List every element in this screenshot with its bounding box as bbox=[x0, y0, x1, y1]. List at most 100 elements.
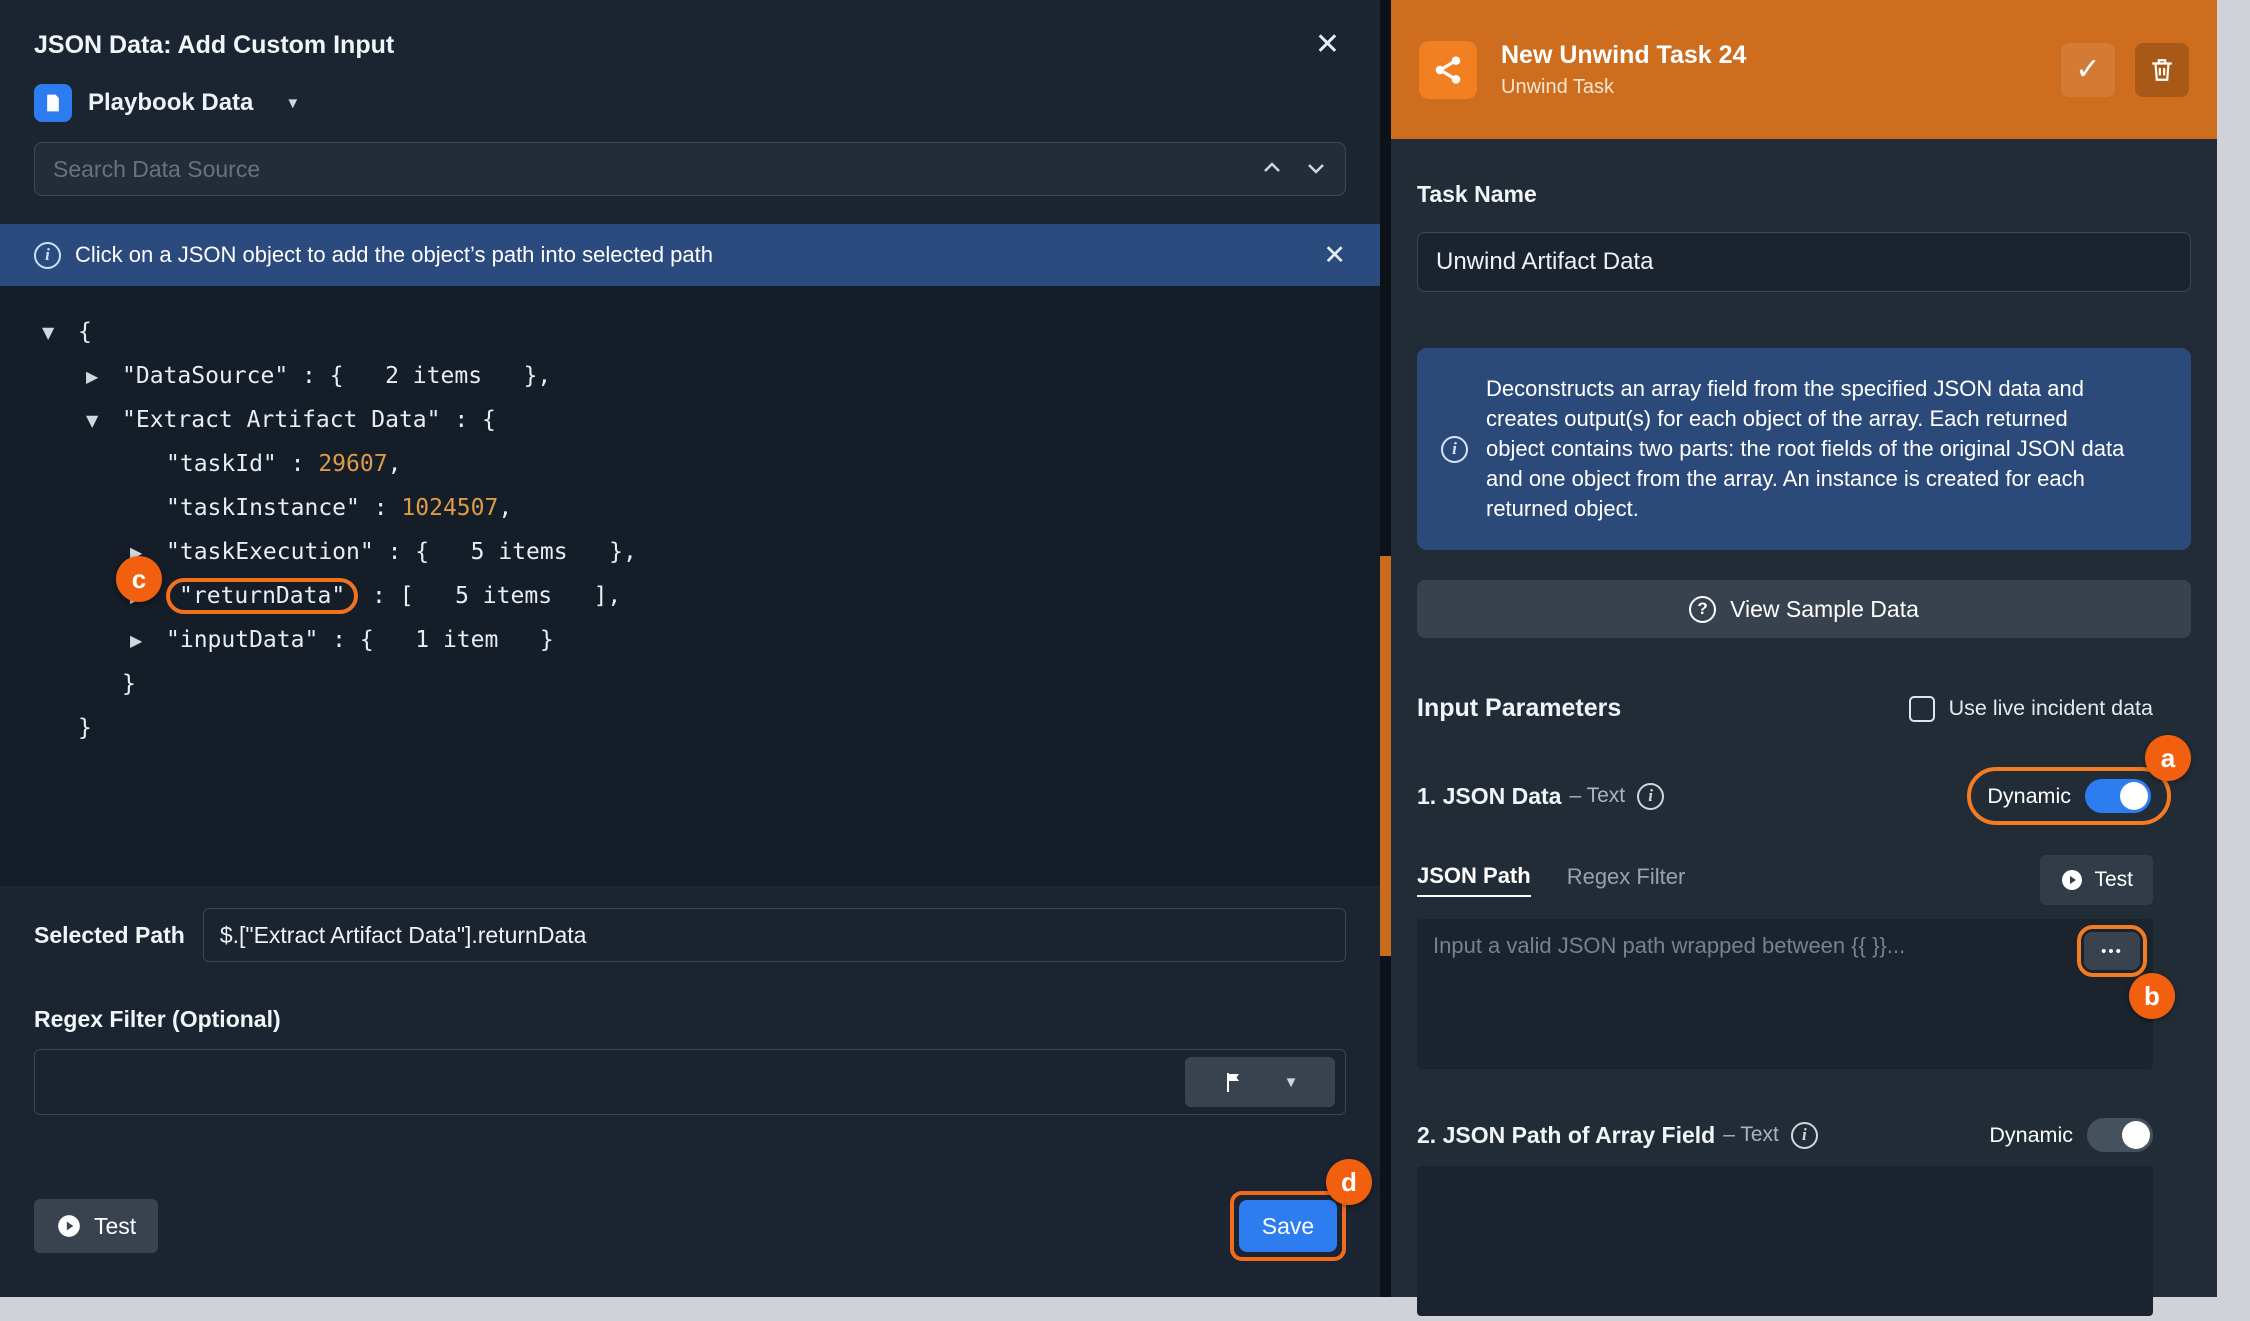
search-wrap bbox=[34, 142, 1346, 196]
param2-row: 2. JSON Path of Array Field – Text i Dyn… bbox=[1417, 1118, 2153, 1152]
json-value: { 2 items }, bbox=[330, 363, 552, 389]
json-key[interactable]: "taskId" bbox=[166, 451, 277, 477]
confirm-button[interactable]: ✓ bbox=[2061, 43, 2115, 97]
highlight-ring-b: ••• b bbox=[2077, 925, 2147, 977]
expand-toggle-icon[interactable]: ▶ bbox=[86, 367, 122, 386]
param1-type: – Text bbox=[1569, 784, 1625, 808]
tab-json-path[interactable]: JSON Path bbox=[1417, 863, 1531, 897]
json-tree-line: ▶"inputData" : { 1 item } bbox=[0, 618, 1380, 662]
param1-test-label: Test bbox=[2094, 868, 2133, 892]
use-live-incident-label: Use live incident data bbox=[1949, 696, 2153, 721]
test-button[interactable]: Test bbox=[34, 1199, 158, 1253]
task-panel-body: Task Name i Deconstructs an array field … bbox=[1391, 181, 2217, 1321]
delete-task-button[interactable] bbox=[2135, 43, 2189, 97]
json-data-modal: JSON Data: Add Custom Input ✕ Playbook D… bbox=[0, 0, 1380, 1297]
annotation-a-badge: a bbox=[2145, 735, 2191, 781]
regex-filter-label: Regex Filter (Optional) bbox=[0, 1006, 1380, 1033]
json-tree-line: "taskId" : 29607, bbox=[0, 442, 1380, 486]
regex-flags-button[interactable]: ▼ bbox=[1185, 1057, 1335, 1107]
json-key[interactable]: "taskExecution" bbox=[166, 539, 374, 565]
json-comma: , bbox=[388, 451, 402, 477]
question-icon: ? bbox=[1689, 596, 1716, 623]
input-parameters-title: Input Parameters bbox=[1417, 694, 1621, 723]
json-key[interactable]: "taskInstance" bbox=[166, 495, 360, 521]
info-banner: i Click on a JSON object to add the obje… bbox=[0, 224, 1380, 286]
task-name-label: Task Name bbox=[1417, 181, 2191, 208]
param1-row: 1. JSON Data – Text i Dynamic a bbox=[1417, 767, 2153, 825]
test-button-label: Test bbox=[94, 1213, 136, 1240]
task-name-input[interactable] bbox=[1417, 232, 2191, 292]
save-button[interactable]: Save bbox=[1239, 1200, 1337, 1252]
data-source-selector[interactable]: Playbook Data ▼ bbox=[0, 80, 1380, 122]
highlight-ring-d: Save d bbox=[1230, 1191, 1346, 1261]
json-separator: : bbox=[277, 451, 319, 477]
chevron-down-icon[interactable]: ▼ bbox=[285, 95, 300, 112]
json-separator: : bbox=[318, 627, 360, 653]
modal-close-icon[interactable]: ✕ bbox=[1315, 30, 1340, 60]
chevron-up-icon[interactable] bbox=[1260, 156, 1284, 180]
task-titles: New Unwind Task 24 Unwind Task bbox=[1501, 41, 1746, 99]
json-key[interactable]: "returnData" bbox=[179, 583, 345, 609]
param2-type: – Text bbox=[1723, 1123, 1779, 1147]
unwind-task-icon bbox=[1419, 41, 1477, 99]
view-sample-data-button[interactable]: ? View Sample Data bbox=[1417, 580, 2191, 638]
task-description-box: i Deconstructs an array field from the s… bbox=[1417, 348, 2191, 550]
highlight-ring-a: Dynamic a bbox=[1967, 767, 2171, 825]
playbook-data-icon bbox=[34, 84, 72, 122]
json-brace: { bbox=[78, 319, 92, 345]
json-separator: : bbox=[358, 583, 400, 609]
json-brace: } bbox=[122, 671, 136, 697]
modal-footer: Test Save d bbox=[0, 1191, 1380, 1261]
collapse-toggle-icon[interactable]: ▼ bbox=[86, 411, 122, 430]
selected-path-input[interactable] bbox=[203, 908, 1346, 962]
play-icon bbox=[56, 1213, 82, 1239]
json-value: { bbox=[482, 407, 496, 433]
panel-gap-canvas-sliver bbox=[1380, 556, 1391, 956]
json-value: [ 5 items ], bbox=[400, 583, 622, 609]
selected-path-label: Selected Path bbox=[34, 922, 185, 949]
json-key[interactable]: "Extract Artifact Data" bbox=[122, 407, 441, 433]
task-config-panel: New Unwind Task 24 Unwind Task ✓ Task Na… bbox=[1391, 0, 2217, 1297]
trash-icon bbox=[2149, 57, 2175, 83]
param2-label: 2. JSON Path of Array Field bbox=[1417, 1122, 1715, 1149]
json-separator: : bbox=[374, 539, 416, 565]
param2-dynamic-toggle[interactable] bbox=[2087, 1118, 2153, 1152]
expand-toggle-icon[interactable]: ▶ bbox=[130, 631, 166, 650]
json-key[interactable]: "inputData" bbox=[166, 627, 318, 653]
ellipsis-button[interactable]: ••• bbox=[2084, 932, 2140, 970]
task-description-text: Deconstructs an array field from the spe… bbox=[1486, 374, 2126, 524]
task-title: New Unwind Task 24 bbox=[1501, 41, 1746, 70]
tab-regex-filter[interactable]: Regex Filter bbox=[1567, 864, 1686, 896]
param1-json-path-textarea[interactable] bbox=[1417, 919, 2153, 1069]
regex-filter-input[interactable] bbox=[35, 1050, 1345, 1114]
input-parameters-section: Input Parameters Use live incident data … bbox=[1417, 694, 2153, 1321]
input-parameters-header: Input Parameters Use live incident data bbox=[1417, 694, 2153, 723]
search-input[interactable] bbox=[34, 142, 1346, 196]
annotation-c-badge: c bbox=[116, 556, 162, 602]
check-icon: ✓ bbox=[2075, 52, 2100, 87]
json-tree: ▼{▶"DataSource" : { 2 items },▼"Extract … bbox=[0, 286, 1380, 886]
json-number-value: 1024507 bbox=[401, 495, 498, 521]
json-brace: } bbox=[78, 715, 92, 741]
json-separator: : bbox=[360, 495, 402, 521]
info-icon: i bbox=[1441, 436, 1468, 463]
param1-label: 1. JSON Data bbox=[1417, 783, 1561, 810]
toggle-knob bbox=[2122, 1121, 2150, 1149]
selected-path-row: Selected Path bbox=[0, 908, 1380, 962]
param1-test-button[interactable]: Test bbox=[2040, 855, 2153, 905]
modal-header: JSON Data: Add Custom Input ✕ bbox=[0, 0, 1380, 80]
param1-dynamic-toggle[interactable] bbox=[2085, 779, 2151, 813]
collapse-toggle-icon[interactable]: ▼ bbox=[42, 323, 78, 342]
annotation-d-badge: d bbox=[1326, 1159, 1372, 1205]
banner-close-icon[interactable]: ✕ bbox=[1323, 242, 1346, 269]
chevron-down-icon: ▼ bbox=[1284, 1074, 1299, 1091]
param2-json-path-textarea[interactable] bbox=[1417, 1166, 2153, 1316]
json-key[interactable]: "DataSource" bbox=[122, 363, 288, 389]
chevron-down-icon[interactable] bbox=[1304, 156, 1328, 180]
use-live-incident-checkbox[interactable] bbox=[1909, 696, 1935, 722]
modal-title: JSON Data: Add Custom Input bbox=[34, 31, 394, 60]
toggle-knob bbox=[2120, 782, 2148, 810]
regex-filter-wrap: ▼ bbox=[34, 1049, 1346, 1115]
view-sample-data-label: View Sample Data bbox=[1730, 596, 1919, 623]
info-icon: i bbox=[1637, 783, 1664, 810]
